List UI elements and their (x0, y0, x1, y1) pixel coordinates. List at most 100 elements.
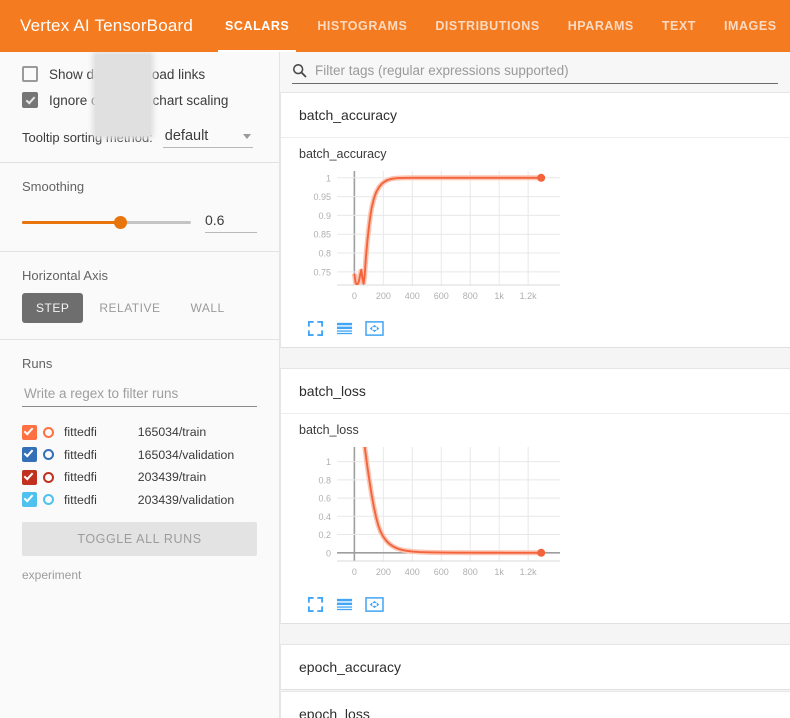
axis-option-relative[interactable]: RELATIVE (85, 293, 174, 323)
tab-hparams[interactable]: HPARAMS (554, 0, 648, 52)
card-spacer (280, 348, 790, 368)
scalar-card-body: batch_accuracy0.750.80.850.90.9510200400… (281, 137, 790, 347)
run-label: fittedfi 165034/train (64, 425, 206, 439)
chart-title: batch_accuracy (281, 138, 790, 161)
horizontal-axis-toggle-group: STEP RELATIVE WALL (22, 293, 257, 323)
run-color-indicator (43, 427, 54, 438)
checkbox-label: Ignore outliers in chart scaling (49, 93, 228, 108)
checkbox-icon-unchecked[interactable] (22, 66, 38, 82)
smoothing-value-input[interactable]: 0.6 (205, 212, 257, 233)
scalar-card[interactable]: batch_lossbatch_loss00.20.40.60.81020040… (280, 368, 790, 624)
horizontal-axis-section: Horizontal Axis STEP RELATIVE WALL (0, 252, 279, 339)
tooltip-sorting-select[interactable]: default (163, 128, 253, 148)
experiment-label: experiment (22, 568, 257, 582)
tab-distributions[interactable]: DISTRIBUTIONS (421, 0, 553, 52)
chart-toolbar (281, 592, 790, 613)
x-tick-label: 600 (434, 567, 449, 577)
run-row[interactable]: fittedfi 203439/validation (22, 489, 257, 512)
y-tick-label: 0.9 (318, 211, 331, 221)
fit-domain-icon[interactable] (365, 596, 384, 613)
run-color-indicator (43, 494, 54, 505)
scalar-card[interactable]: batch_accuracybatch_accuracy 0.75 0.8 0.85 0… (280, 92, 790, 348)
toggle-all-runs-button[interactable]: TOGGLE ALL RUNS (22, 522, 257, 556)
checkbox-icon-checked[interactable] (22, 92, 38, 108)
x-tick-label: 1k (494, 567, 504, 577)
chart-series-line (363, 437, 541, 553)
x-tick-label: 600 (434, 291, 449, 301)
scalar-card-header[interactable]: epoch_loss (281, 692, 790, 718)
data-table-icon[interactable] (336, 320, 353, 337)
scalar-card[interactable]: epoch_loss (280, 691, 790, 718)
chart-plot[interactable]: 0.750.80.850.90.95102004006008001k1.2k (295, 161, 570, 311)
y-tick-label: 1 (326, 457, 331, 467)
x-tick-label: 400 (405, 567, 420, 577)
tag-filter-placeholder: Filter tags (regular expressions support… (315, 63, 569, 78)
runs-section: Runs Write a regex to filter runs fitted… (0, 340, 279, 596)
run-checkbox[interactable] (22, 470, 37, 485)
run-checkbox[interactable] (22, 492, 37, 507)
run-label: fittedfi 165034/validation (64, 448, 234, 462)
chart-container: 00.20.40.60.8102004006008001k1.2k (281, 437, 790, 592)
x-tick-label: 0 (352, 291, 357, 301)
chart-series-line (354, 178, 541, 285)
y-tick-label: 0.8 (318, 475, 331, 485)
scalar-card-header[interactable]: batch_accuracy (281, 93, 790, 137)
axis-option-step[interactable]: STEP (22, 293, 83, 323)
chart-title: batch_loss (281, 414, 790, 437)
y-tick-label: 0.2 (318, 530, 331, 540)
x-tick-label: 1k (494, 291, 504, 301)
display-options-section: Show data download links Ignore outliers… (0, 52, 279, 162)
y-tick-label: 0.8 (318, 249, 331, 259)
x-tick-label: 0 (352, 567, 357, 577)
chart-plot[interactable]: 00.20.40.60.8102004006008001k1.2k (295, 437, 570, 587)
data-table-icon[interactable] (336, 596, 353, 613)
y-tick-label: 1 (326, 173, 331, 183)
fit-domain-icon[interactable] (365, 320, 384, 337)
tab-images[interactable]: IMAGES (710, 0, 790, 52)
run-row[interactable]: fittedfi 203439/train (22, 466, 257, 489)
runs-list: fittedfi 165034/train fittedfi 165034/val… (22, 421, 257, 511)
axis-option-wall[interactable]: WALL (176, 293, 238, 323)
y-tick-label: 0.85 (313, 230, 331, 240)
x-tick-label: 200 (376, 567, 391, 577)
run-row[interactable]: fittedfi 165034/validation (22, 444, 257, 467)
run-row[interactable]: fittedfi 165034/train (22, 421, 257, 444)
run-color-indicator (43, 472, 54, 483)
scalar-card-header[interactable]: batch_loss (281, 369, 790, 413)
checkbox-ignore-outliers[interactable]: Ignore outliers in chart scaling (22, 92, 257, 108)
x-tick-label: 800 (463, 567, 478, 577)
x-tick-label: 400 (405, 291, 420, 301)
nav-tabs: SCALARSHISTOGRAMSDISTRIBUTIONSHPARAMSTEX… (211, 0, 790, 52)
chart-endpoint-marker (537, 174, 545, 182)
run-label: fittedfi 203439/train (64, 470, 206, 484)
chart-container: 0.750.80.850.90.95102004006008001k1.2k (281, 161, 790, 316)
tab-histograms[interactable]: HISTOGRAMS (303, 0, 421, 52)
run-checkbox[interactable] (22, 425, 37, 440)
checkbox-show-data-download-links[interactable]: Show data download links (22, 66, 257, 82)
scalar-cards-container: batch_accuracybatch_accuracy 0.75 0.8 0.85 0… (280, 92, 790, 718)
tooltip-sorting-value: default (165, 128, 209, 144)
y-tick-label: 0.75 (313, 267, 331, 277)
slider-fill (22, 221, 120, 224)
page-body: Show data download links Ignore outliers… (0, 52, 790, 718)
tag-filter-bar: Filter tags (regular expressions support… (280, 52, 790, 92)
fullscreen-icon[interactable] (307, 596, 324, 613)
run-checkbox[interactable] (22, 447, 37, 462)
scalar-card[interactable]: epoch_accuracy (280, 644, 790, 690)
slider-thumb[interactable] (114, 216, 127, 229)
smoothing-row: 0.6 (22, 212, 257, 233)
fullscreen-icon[interactable] (307, 320, 324, 337)
chart-unsmoothed-series (354, 178, 541, 285)
tag-filter-field[interactable]: Filter tags (regular expressions support… (292, 63, 778, 84)
scalar-card-body: batch_loss00.20.40.60.8102004006008001k1… (281, 413, 790, 623)
runs-filter-input[interactable]: Write a regex to filter runs (22, 383, 257, 407)
run-color-indicator (43, 449, 54, 460)
x-tick-label: 1.2k (520, 567, 538, 577)
tab-text[interactable]: TEXT (648, 0, 710, 52)
x-tick-label: 200 (376, 291, 391, 301)
tab-scalars[interactable]: SCALARS (211, 0, 303, 52)
smoothing-section: Smoothing 0.6 (0, 163, 279, 251)
x-tick-label: 800 (463, 291, 478, 301)
smoothing-slider[interactable] (22, 215, 191, 231)
scalar-card-header[interactable]: epoch_accuracy (281, 645, 790, 689)
